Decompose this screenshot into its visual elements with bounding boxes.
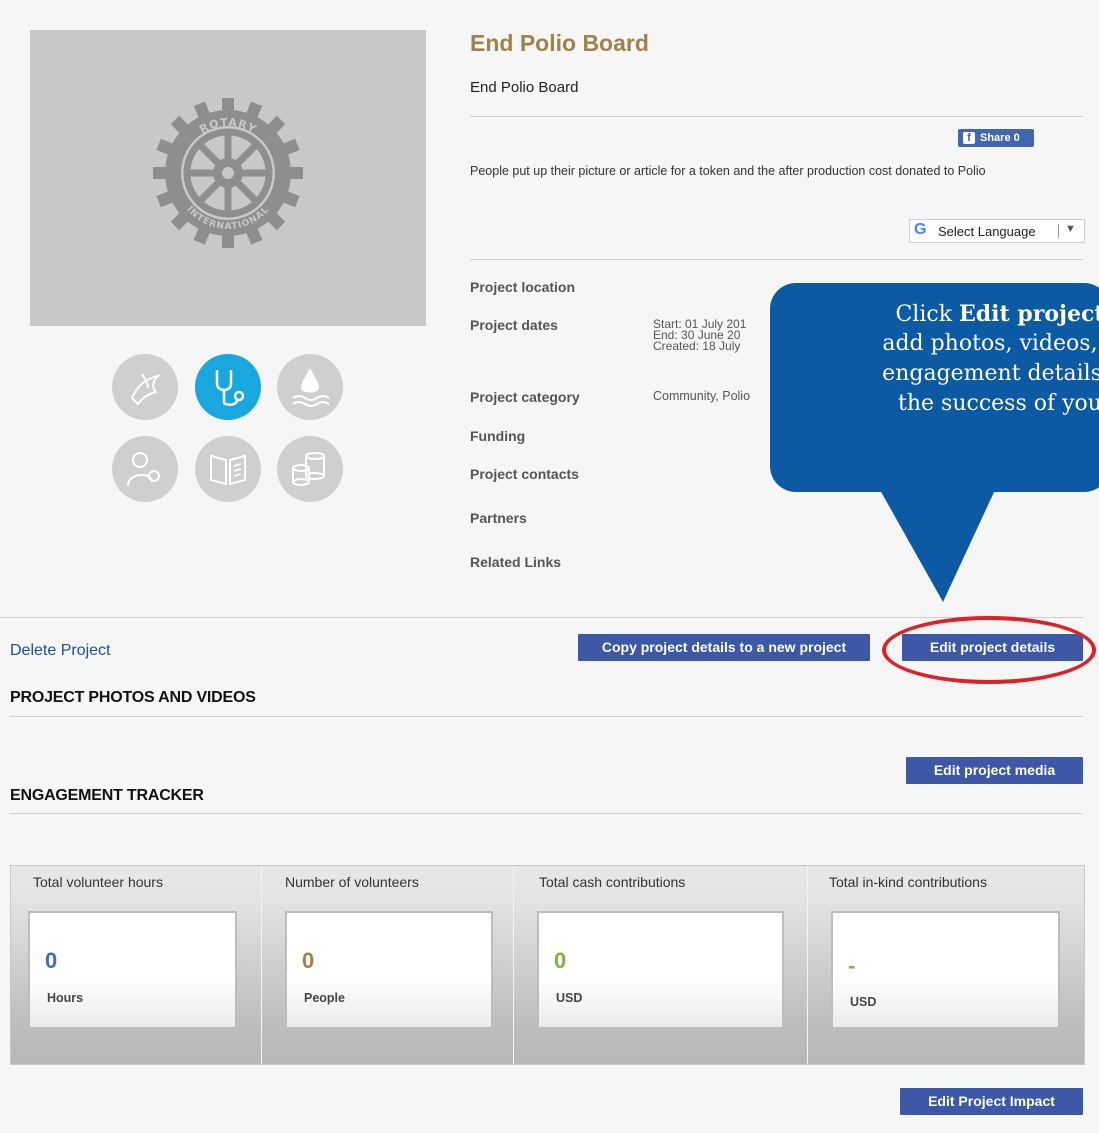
divider bbox=[10, 813, 1083, 814]
edit-project-media-button[interactable]: Edit project media bbox=[906, 757, 1083, 784]
google-icon: G bbox=[914, 221, 927, 238]
project-title: End Polio Board bbox=[470, 30, 649, 56]
tracker-unit: Hours bbox=[47, 991, 84, 1005]
partners-label: Partners bbox=[470, 510, 527, 526]
stethoscope-icon bbox=[195, 354, 261, 420]
tracker-unit: USD bbox=[850, 995, 877, 1009]
tracker-unit: People bbox=[304, 991, 345, 1005]
media-section-title: PROJECT PHOTOS AND VIDEOS bbox=[10, 689, 256, 706]
contacts-label: Project contacts bbox=[470, 466, 579, 482]
tracker-unit: USD bbox=[556, 991, 583, 1005]
water-drop-icon bbox=[277, 354, 343, 420]
mother-child-icon bbox=[112, 436, 178, 502]
tracker-value: 0 bbox=[302, 948, 315, 973]
instruction-callout: Click Edit project add photos, videos, a… bbox=[770, 283, 1099, 492]
facebook-share-button[interactable]: f Share 0 bbox=[958, 129, 1034, 147]
category-value: Community, Polio bbox=[653, 389, 751, 403]
tracker-card-volunteers: 0 People bbox=[285, 911, 493, 1029]
edit-project-impact-button[interactable]: Edit Project Impact bbox=[900, 1088, 1083, 1115]
book-icon bbox=[195, 436, 261, 502]
funding-label: Funding bbox=[470, 428, 526, 444]
project-subtitle: End Polio Board bbox=[470, 79, 579, 96]
dropdown-arrow-icon: ▼ bbox=[1065, 223, 1076, 235]
facebook-icon: f bbox=[963, 132, 975, 144]
engagement-tracker: Total volunteer hours 0 Hours Number of … bbox=[10, 865, 1085, 1065]
divider bbox=[10, 716, 1083, 717]
tracker-label: Total volunteer hours bbox=[33, 874, 163, 890]
tracker-label: Total cash contributions bbox=[539, 874, 686, 890]
divider bbox=[470, 259, 1083, 260]
tracker-value: - bbox=[848, 953, 856, 978]
copy-project-button[interactable]: Copy project details to a new project bbox=[578, 634, 870, 661]
tracker-label: Total in-kind contributions bbox=[829, 874, 987, 890]
divider bbox=[0, 617, 1083, 618]
location-label: Project location bbox=[470, 279, 576, 295]
tracker-section-title: ENGAGEMENT TRACKER bbox=[10, 787, 204, 804]
language-select[interactable]: G Select Language ▼ bbox=[909, 219, 1085, 243]
tracker-card-in-kind: - USD bbox=[831, 911, 1060, 1029]
tracker-value: 0 bbox=[554, 948, 567, 973]
project-description: People put up their picture or article f… bbox=[470, 164, 986, 178]
date-created: Created: 18 July bbox=[653, 339, 741, 353]
tracker-value: 0 bbox=[45, 948, 58, 973]
category-label: Project category bbox=[470, 389, 580, 405]
project-image: ROTARY INTERNATIONAL bbox=[30, 30, 426, 326]
tracker-label: Number of volunteers bbox=[285, 874, 419, 890]
delete-project-link[interactable]: Delete Project bbox=[10, 642, 111, 660]
dates-label: Project dates bbox=[470, 317, 558, 333]
tracker-card-cash: 0 USD bbox=[537, 911, 784, 1029]
rotary-logo-icon: ROTARY INTERNATIONAL bbox=[153, 98, 303, 248]
coins-icon bbox=[277, 436, 343, 502]
related-links-label: Related Links bbox=[470, 554, 562, 570]
tracker-card-hours: 0 Hours bbox=[28, 911, 237, 1029]
divider bbox=[470, 116, 1083, 117]
peace-dove-icon bbox=[112, 354, 178, 420]
highlight-oval bbox=[882, 616, 1096, 684]
